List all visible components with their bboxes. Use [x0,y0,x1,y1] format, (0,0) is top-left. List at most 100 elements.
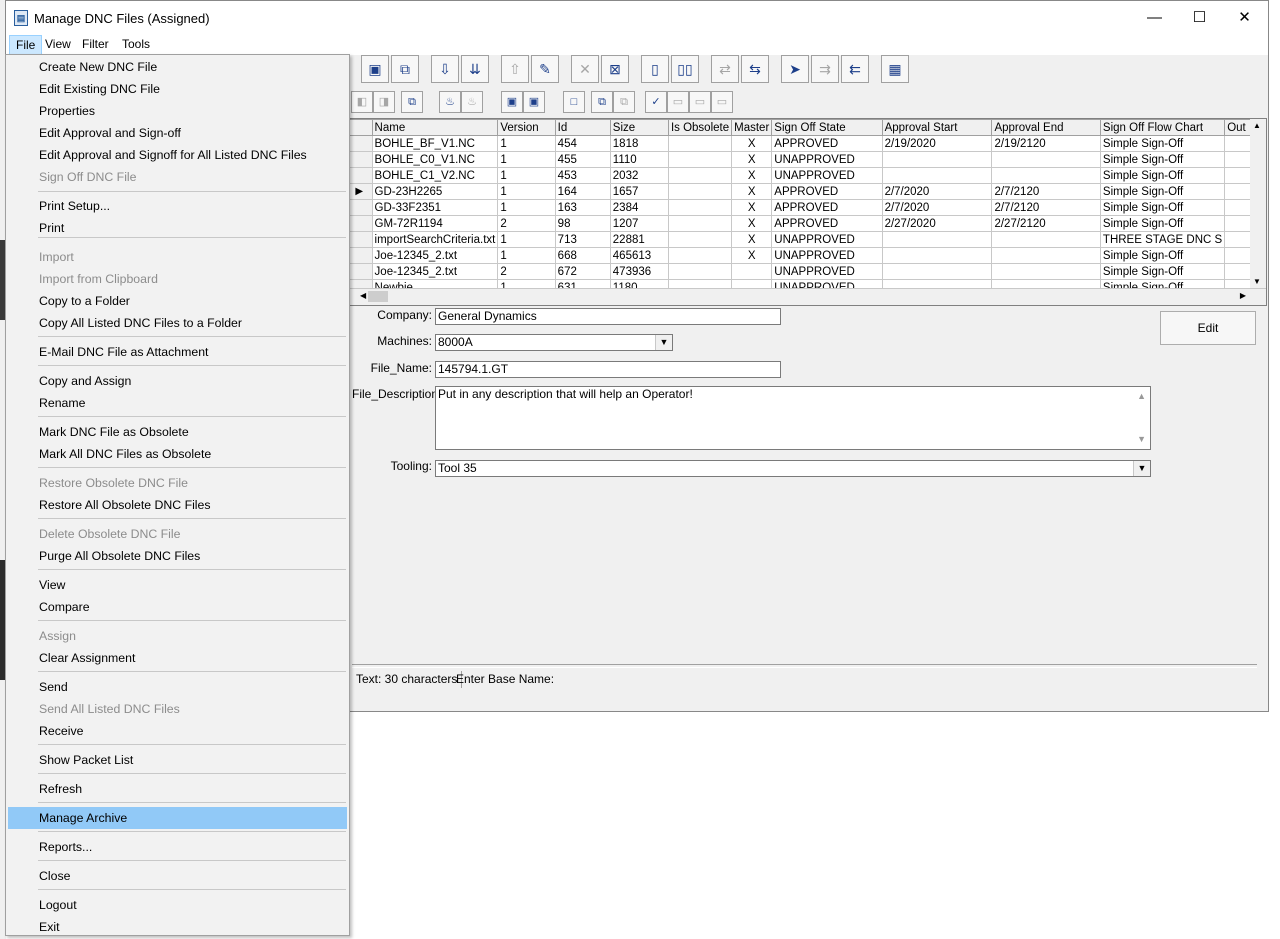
cell-approval-start[interactable] [881,247,993,264]
cell-approval-start[interactable] [881,151,993,168]
col-header-version[interactable]: Version [497,119,556,136]
cell-name[interactable]: Joe-12345_2.txt [371,247,499,264]
export-icon[interactable]: ⇩ [431,55,459,83]
cell-approval-end[interactable]: 2/7/2120 [991,183,1101,200]
col-header-name[interactable]: Name [371,119,499,136]
cell-approval-start[interactable] [881,231,993,248]
align-left-icon[interactable]: ◧ [351,91,373,113]
row-header[interactable] [346,151,373,168]
cell-sign-off-flow-chart[interactable]: Simple Sign-Off [1099,247,1226,264]
cell-approval-end[interactable] [991,263,1101,280]
col-header-is-obsolete[interactable]: Is Obsolete [667,119,733,136]
menu-item-delete-obsolete-dnc-file[interactable]: Delete Obsolete DNC File [8,523,347,545]
compare-all-icon[interactable]: ⇆ [741,55,769,83]
cell-sign-off-state[interactable]: UNAPPROVED [771,151,883,168]
textarea-scroll-down-icon[interactable]: ▼ [1137,432,1146,447]
upload-icon[interactable]: ⇧ [501,55,529,83]
cell-name[interactable]: BOHLE_C1_V2.NC [371,167,499,184]
scroll-up-icon[interactable]: ▲ [1253,121,1261,130]
approve-icon[interactable]: ✓ [645,91,667,113]
cell-approval-end[interactable]: 2/27/2120 [991,215,1101,232]
cell-id[interactable]: 455 [554,151,611,168]
close-button[interactable]: ✕ [1222,1,1267,35]
copy-file-icon[interactable]: ⧉ [391,55,419,83]
cell-sign-off-flow-chart[interactable]: Simple Sign-Off [1099,167,1226,184]
delete-all-icon[interactable]: ⊠ [601,55,629,83]
window-icon[interactable]: □ [563,91,585,113]
scroll-left-icon[interactable]: ◀ [360,291,366,300]
menu-item-rename[interactable]: Rename [8,392,347,414]
cell-master[interactable]: X [731,247,773,264]
document-icon[interactable]: ▯ [641,55,669,83]
compare-icon[interactable]: ⇄ [711,55,739,83]
cell-approval-start[interactable]: 2/19/2020 [881,135,993,152]
menu-file[interactable]: File [9,35,43,55]
row-header[interactable] [346,215,373,232]
cell-id[interactable]: 713 [554,231,611,248]
cell-approval-end[interactable]: 2/19/2120 [991,135,1101,152]
cell-size[interactable]: 473936 [609,263,669,280]
cell-name[interactable]: BOHLE_C0_V1.NC [371,151,499,168]
menu-item-create-new-dnc-file[interactable]: Create New DNC File [8,56,347,78]
cell-approval-end[interactable] [991,231,1101,248]
copy-up-icon[interactable]: ⧉ [613,91,635,113]
table-row[interactable]: Joe-12345_2.txt 2 672 473936 UNAPPROVED Simpl… [346,263,1266,280]
col-header-sign-off-flow-chart[interactable]: Sign Off Flow Chart [1099,119,1226,136]
cell-version[interactable]: 1 [497,151,556,168]
edit-button[interactable]: Edit [1160,311,1256,345]
row-header[interactable]: ▶ [346,183,373,200]
menu-item-import-from-clipboard[interactable]: Import from Clipboard [8,268,347,290]
cell-size[interactable]: 1818 [609,135,669,152]
table-row[interactable]: importSearchCriteria.txt 1 713 22881 X UNAPPR… [346,231,1266,248]
cell-version[interactable]: 1 [497,231,556,248]
menu-item-send-all-listed-dnc-files[interactable]: Send All Listed DNC Files [8,698,347,720]
cell-approval-end[interactable] [991,247,1101,264]
row-header[interactable] [346,231,373,248]
menu-item-properties[interactable]: Properties [8,100,347,122]
table-row[interactable]: Joe-12345_2.txt 1 668 465613 X UNAPPROVED Simp… [346,247,1266,264]
cell-is-obsolete[interactable] [667,167,733,184]
new-file-icon[interactable]: ▣ [361,55,389,83]
cell-id[interactable]: 668 [554,247,611,264]
cell-sign-off-flow-chart[interactable]: Simple Sign-Off [1099,135,1226,152]
table-row[interactable]: ▶ GD-23H2265 1 164 1657 X APPROVED 2/7/2020 2/7/… [346,183,1266,200]
cell-is-obsolete[interactable] [667,263,733,280]
cell-sign-off-flow-chart[interactable]: Simple Sign-Off [1099,263,1226,280]
col-header-approval-end[interactable]: Approval End [991,119,1101,136]
group-icon[interactable]: ▣ [501,91,523,113]
cell-sign-off-flow-chart[interactable]: Simple Sign-Off [1099,183,1226,200]
cell-size[interactable]: 1110 [609,151,669,168]
menu-item-receive[interactable]: Receive [8,720,347,742]
menu-item-import[interactable]: Import [8,246,347,268]
row-header[interactable] [346,263,373,280]
cell-is-obsolete[interactable] [667,231,733,248]
cell-id[interactable]: 164 [554,183,611,200]
cell-name[interactable]: importSearchCriteria.txt [371,231,499,248]
scroll-down-icon[interactable]: ▼ [1253,277,1261,286]
col-header-master[interactable]: Master [731,119,773,136]
cell-size[interactable]: 465613 [609,247,669,264]
edit-icon[interactable]: ✎ [531,55,559,83]
cell-sign-off-state[interactable]: APPROVED [771,215,883,232]
menu-item-e-mail-dnc-file-as-attachment[interactable]: E-Mail DNC File as Attachment [8,341,347,363]
cell-version[interactable]: 1 [497,199,556,216]
cell-version[interactable]: 1 [497,167,556,184]
menu-item-purge-all-obsolete-dnc-files[interactable]: Purge All Obsolete DNC Files [8,545,347,567]
group-alt-icon[interactable]: ▣ [523,91,545,113]
cell-sign-off-state[interactable]: APPROVED [771,135,883,152]
signoff-alt-icon[interactable]: ▭ [689,91,711,113]
cell-sign-off-state[interactable]: UNAPPROVED [771,167,883,184]
row-header[interactable] [346,199,373,216]
signoff-more-icon[interactable]: ▭ [711,91,733,113]
cell-id[interactable]: 98 [554,215,611,232]
cell-version[interactable]: 1 [497,135,556,152]
cell-name[interactable]: GD-33F2351 [371,199,499,216]
cell-sign-off-flow-chart[interactable]: Simple Sign-Off [1099,151,1226,168]
menu-item-mark-dnc-file-as-obsolete[interactable]: Mark DNC File as Obsolete [8,421,347,443]
menu-item-copy-to-a-folder[interactable]: Copy to a Folder [8,290,347,312]
cell-master[interactable] [731,263,773,280]
export-all-icon[interactable]: ⇊ [461,55,489,83]
cell-master[interactable]: X [731,167,773,184]
tooth-icon[interactable]: ♨ [439,91,461,113]
grid-vertical-scrollbar[interactable]: ▲ ▼ [1250,119,1266,291]
